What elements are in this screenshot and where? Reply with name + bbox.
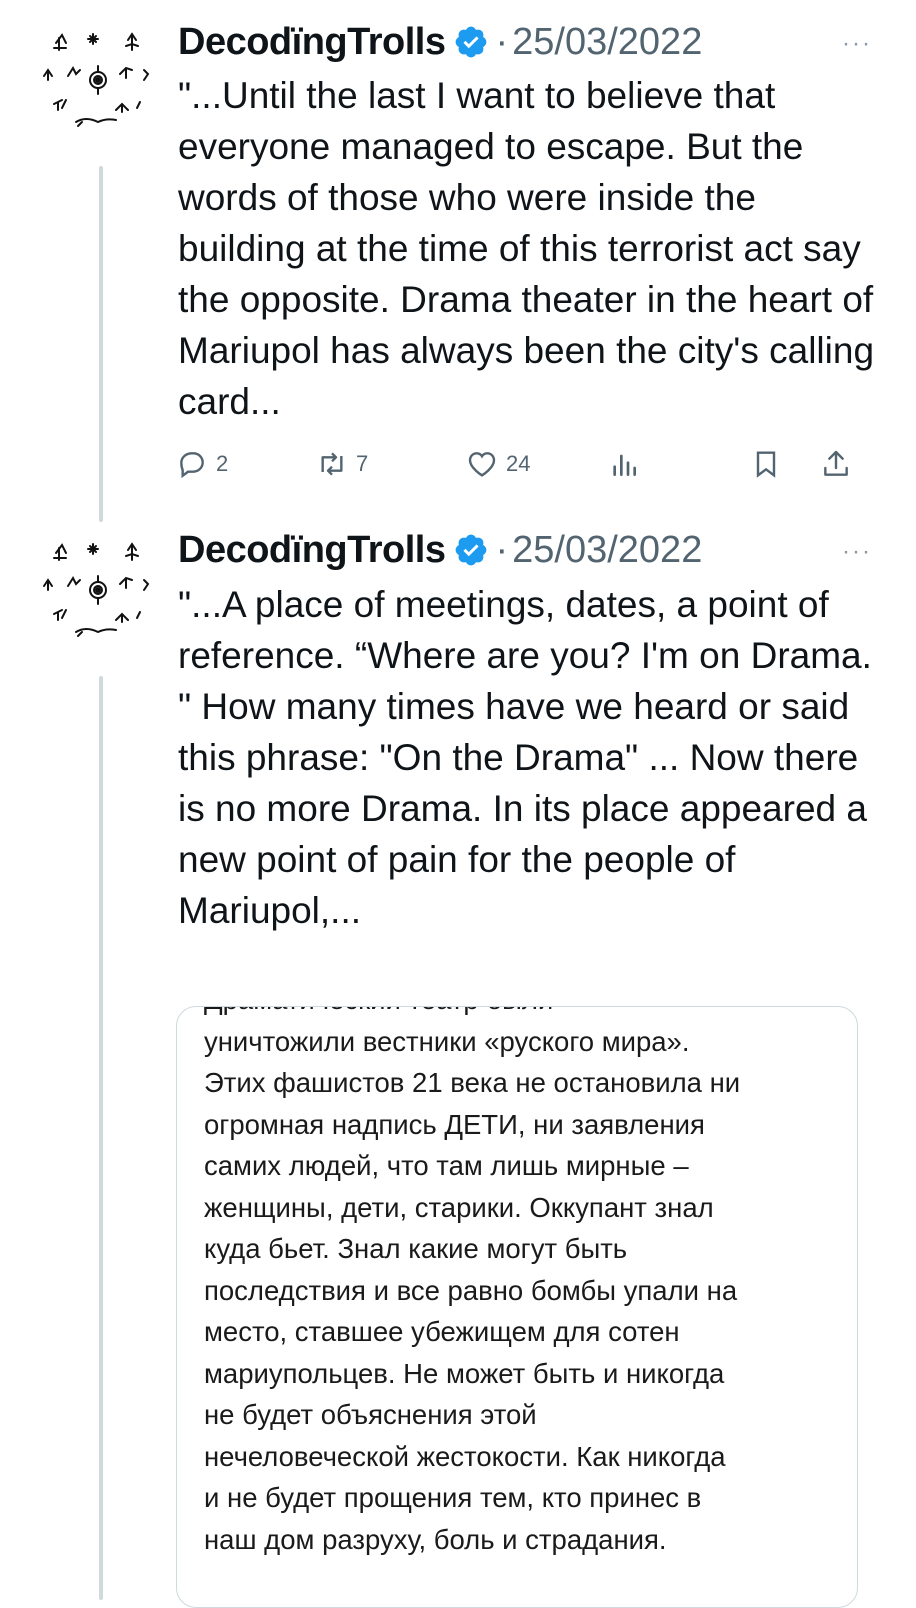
verified-badge-icon[interactable]: [453, 24, 489, 60]
separator-dot: ·: [495, 528, 509, 571]
bookmark-icon: [756, 451, 776, 478]
embedded-text-line: наш дом разруху, боль и страдания.: [204, 1523, 667, 1555]
author-name[interactable]: DecodïngTrolls: [178, 529, 446, 572]
tweet-text: "...A place of meetings, dates, a point …: [178, 584, 872, 931]
more-icon[interactable]: ···: [842, 32, 872, 56]
retweet-count: 7: [356, 451, 369, 476]
embedded-text-line: и не будет прощения тем, кто принес в: [204, 1482, 702, 1513]
embedded-text-line: самих людей, что там лишь мирные –: [204, 1150, 689, 1181]
embedded-text-line: нечеловеческой жестокости. Как никогда: [204, 1440, 726, 1472]
embedded-text-line: куда бьет. Знал какие могут быть: [204, 1233, 628, 1264]
embedded-text-line: мариупольцев. Не может быть и никогда: [204, 1357, 725, 1389]
avatar[interactable]: [36, 528, 162, 654]
embedded-image[interactable]: Драматический театр были уничтожили вест…: [176, 1006, 858, 1608]
share-button[interactable]: [820, 448, 852, 480]
heart-icon: [468, 452, 496, 477]
avatar-glyphs-image: [43, 542, 150, 637]
thread-line: [99, 166, 103, 522]
embedded-text-line: последствия и все равно бомбы упали на: [204, 1274, 738, 1306]
avatar-glyphs-image: [43, 32, 150, 127]
tweet-header: DecodïngTrolls · 25/03/2022: [178, 528, 702, 572]
embedded-text-line: место, ставшее убежищем для сотен: [204, 1316, 680, 1347]
embedded-text-line: огромная надпись ДЕТИ, ни заявления: [204, 1108, 705, 1140]
tweet-date[interactable]: 25/03/2022: [512, 529, 702, 572]
reply-button[interactable]: 2: [176, 448, 228, 480]
separator-dot: ·: [495, 20, 509, 63]
views-icon: [613, 454, 636, 476]
thread-line: [99, 676, 103, 1600]
tweet-text: "...Until the last I want to believe tha…: [178, 75, 875, 422]
like-count: 24: [506, 451, 531, 476]
bookmark-button[interactable]: [750, 448, 782, 480]
retweet-button[interactable]: 7: [316, 448, 368, 480]
reply-count: 2: [216, 451, 229, 476]
more-icon[interactable]: ···: [842, 540, 872, 564]
tweet-actions: 2 7 24: [176, 442, 856, 488]
views-button[interactable]: [608, 448, 640, 480]
tweet-header: DecodïngTrolls · 25/03/2022: [178, 20, 702, 64]
embedded-text-line: уничтожили вестники «руского мира».: [204, 1025, 690, 1057]
retweet-icon: [321, 452, 343, 476]
verified-badge-icon[interactable]: [453, 532, 489, 568]
reply-icon: [180, 452, 204, 479]
author-name[interactable]: DecodïngTrolls: [178, 21, 446, 64]
avatar[interactable]: [36, 18, 162, 144]
embedded-text-line: не будет объяснения этой: [204, 1399, 537, 1430]
tweet-date[interactable]: 25/03/2022: [512, 21, 702, 64]
embedded-image-text: Драматический театр были уничтожили вест…: [204, 1007, 844, 1560]
like-button[interactable]: 24: [466, 448, 530, 480]
embedded-text-line: женщины, дети, старики. Оккупант знал: [204, 1191, 714, 1223]
embedded-text-cut-line: Драматический театр были: [204, 1007, 844, 1021]
share-icon: [824, 450, 848, 476]
embedded-text-line: Этих фашистов 21 века не остановила ни: [204, 1067, 741, 1098]
